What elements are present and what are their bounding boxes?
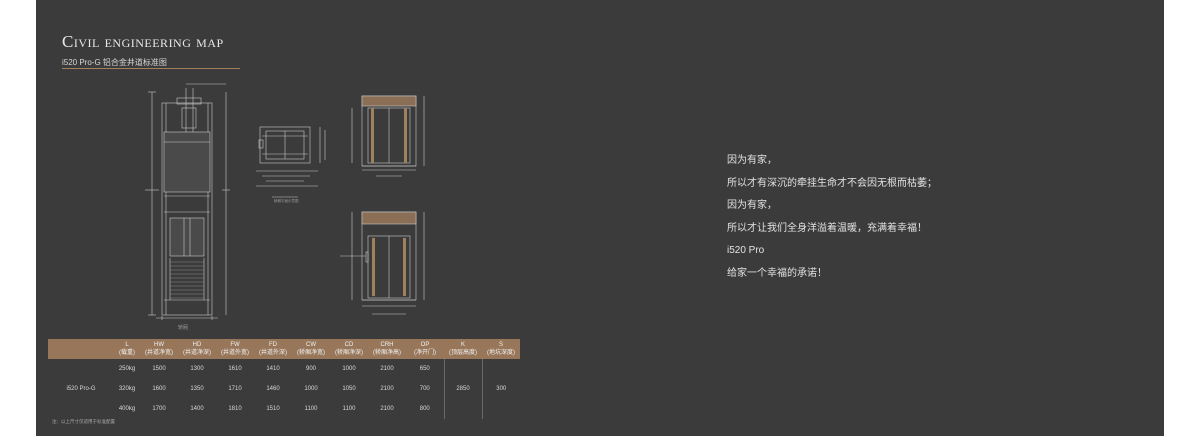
table-cell: 1810: [228, 406, 242, 412]
table-cell: 650: [419, 366, 430, 372]
table-cell: 1350: [190, 386, 204, 392]
table-cell: 1410: [266, 366, 280, 372]
table-cell: 1710: [228, 386, 242, 392]
column-header: OP (净开门): [406, 339, 444, 359]
table-cell: 1500: [152, 366, 166, 372]
poem-line: 因为有家，: [727, 155, 777, 166]
table-cell: 1050: [342, 386, 356, 392]
table-cell: 1000: [304, 386, 318, 392]
section-label: 轿厢平面示意图: [274, 198, 299, 203]
column-header: FW (井道外宽): [216, 339, 254, 359]
table-cell: 1460: [266, 386, 280, 392]
s-value-cell: 300: [481, 359, 520, 419]
table-cell: 2100: [380, 406, 394, 412]
spec-table: L (载重) HW (井道净宽) HD (井道净深) FW (井道外宽) FD (井道外深…: [48, 339, 520, 419]
column-header: CRH (轿厢净高): [368, 339, 406, 359]
table-cell: 1610: [228, 366, 242, 372]
column-header: FD (井道外深): [254, 339, 292, 359]
table-cell: 400kg: [118, 406, 136, 412]
column-header: CD (轿厢净深): [330, 339, 368, 359]
table-cell: 1100: [342, 406, 356, 412]
table-cell: 1600: [152, 386, 166, 392]
door-front-view: [351, 95, 425, 177]
table-cell: 1300: [190, 366, 204, 372]
table-cell: 2100: [380, 366, 394, 372]
table-cell: 1400: [190, 406, 204, 412]
column-header: L (载重): [114, 339, 140, 359]
column-header: S (地坑深度): [482, 339, 520, 359]
table-cell: 900: [305, 366, 316, 372]
k-value-cell: 2850: [443, 359, 482, 419]
table-cell: 1000: [342, 366, 356, 372]
poem-line: 所以才让我们全身洋溢着温暖，充满着幸福！: [727, 222, 927, 234]
table-cell: 320kg: [118, 386, 136, 392]
shaft-elevation: [145, 83, 230, 320]
table-header-row: L (载重) HW (井道净宽) HD (井道净深) FW (井道外宽) FD (井道外深…: [48, 339, 520, 359]
table-cell: 700: [419, 386, 430, 392]
table-cell: 1700: [152, 406, 166, 412]
door-side-view: [340, 211, 425, 315]
model-cell: i520 Pro-G: [66, 386, 96, 392]
table-cell: 2100: [380, 386, 394, 392]
table-cell: 1510: [266, 406, 280, 412]
column-header: K (顶层高度): [444, 339, 482, 359]
column-header: HW (井道净宽): [140, 339, 178, 359]
table-cell: 1100: [304, 406, 318, 412]
table-footnote: 注：以上尺寸仅适用于标准配置: [52, 419, 115, 424]
table-cell: 800: [419, 406, 430, 412]
poem-line: 给家一个幸福的承诺！: [727, 267, 827, 279]
poem-line: 所以才有深沉的牵挂生命才不会因无根而枯萎；: [727, 177, 937, 189]
column-header: HD (井道净深): [178, 339, 216, 359]
drawing-bottom-label: 轿厢: [178, 324, 188, 331]
shaft-plan-view: [256, 126, 326, 198]
poem-block: 因为有家， 所以才有深沉的牵挂生命才不会因无根而枯萎； 因为有家， 所以才让我们…: [727, 150, 937, 286]
poem-line: i520 Pro: [727, 245, 765, 257]
poem-line: 因为有家，: [727, 200, 777, 212]
table-row: i520 Pro-G 250kg 1500 1300 1610 1410 900…: [48, 359, 520, 419]
column-header: CW (轿厢净宽): [292, 339, 330, 359]
header-spacer: [48, 339, 114, 359]
table-cell: 250kg: [118, 366, 136, 372]
